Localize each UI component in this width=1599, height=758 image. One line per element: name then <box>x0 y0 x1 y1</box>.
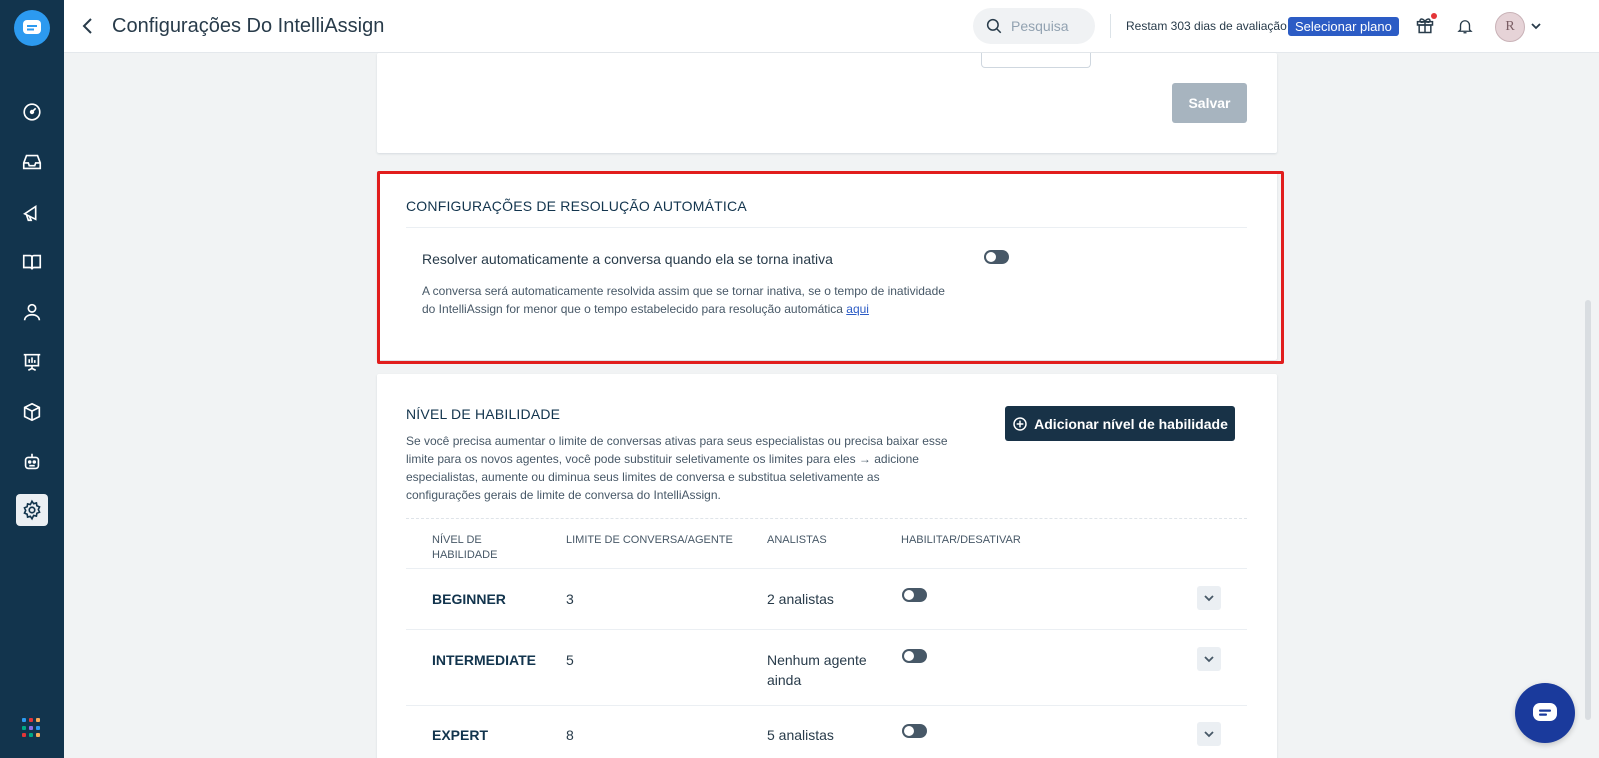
add-skill-level-button[interactable]: Adicionar nível de habilidade <box>1005 406 1235 441</box>
notification-dot <box>1431 13 1437 19</box>
page-scrollbar[interactable] <box>1585 300 1591 720</box>
expert-toggle[interactable] <box>902 724 927 738</box>
bell-icon[interactable] <box>1453 14 1477 38</box>
expand-row-button[interactable] <box>1197 647 1221 671</box>
products-icon[interactable] <box>16 396 48 428</box>
row-divider <box>406 629 1247 630</box>
partial-input-field[interactable] <box>981 53 1091 68</box>
dashboard-icon[interactable] <box>16 96 48 128</box>
expand-row-button[interactable] <box>1197 586 1221 610</box>
user-avatar[interactable]: R <box>1495 12 1525 42</box>
skill-name-expert: EXPERT <box>432 727 489 743</box>
reports-icon[interactable] <box>16 346 48 378</box>
conversation-limit-value: 5 <box>566 652 574 668</box>
app-logo-icon[interactable] <box>14 10 50 46</box>
plus-circle-icon <box>1013 416 1027 431</box>
skill-name-intermediate: INTERMEDIATE <box>432 652 536 668</box>
chevron-down-icon <box>1204 595 1214 602</box>
inbox-icon[interactable] <box>16 146 48 178</box>
search-box[interactable] <box>973 8 1095 44</box>
highlight-box <box>377 171 1284 364</box>
trial-days-text: Restam 303 dias de avaliação <box>1126 19 1287 33</box>
bot-icon[interactable] <box>16 446 48 478</box>
conversation-limit-value: 8 <box>566 727 574 743</box>
page-title: Configurações Do IntelliAssign <box>112 15 385 37</box>
top-header: Configurações Do IntelliAssign Restam 30… <box>64 0 1599 53</box>
select-plan-button[interactable]: Selecionar plano <box>1288 17 1399 36</box>
column-header-enable-disable: HABILITAR/DESATIVAR <box>901 534 1021 546</box>
search-icon <box>986 18 1002 34</box>
skill-level-card: NÍVEL DE HABILIDADE Se você precisa aume… <box>377 374 1277 758</box>
sidebar <box>0 0 64 758</box>
conversation-limit-value: 3 <box>566 591 574 607</box>
skill-level-description: Se você precisa aumentar o limite de con… <box>406 434 948 502</box>
table-top-border <box>406 518 1247 519</box>
row-divider <box>406 705 1247 706</box>
column-header-analysts: ANALISTAS <box>767 534 827 546</box>
skill-name-beginner: BEGINNER <box>432 591 506 607</box>
header-divider <box>1110 14 1111 38</box>
knowledge-base-icon[interactable] <box>16 246 48 278</box>
back-arrow-icon[interactable] <box>78 14 98 38</box>
analysts-count: 2 analistas <box>767 591 834 607</box>
search-input[interactable] <box>1011 18 1091 34</box>
chevron-down-icon <box>1204 731 1214 738</box>
chevron-down-icon <box>1204 656 1214 663</box>
chevron-down-icon[interactable] <box>1530 19 1542 33</box>
expand-row-button[interactable] <box>1197 722 1221 746</box>
chat-bubble-icon <box>1533 703 1557 721</box>
contacts-icon[interactable] <box>16 296 48 328</box>
analysts-count: Nenhum agente ainda <box>767 652 867 688</box>
intermediate-toggle[interactable] <box>902 649 927 663</box>
gift-icon[interactable] <box>1413 13 1437 37</box>
skill-level-title: NÍVEL DE HABILIDADE <box>406 406 561 422</box>
settings-gear-icon[interactable] <box>16 494 48 526</box>
save-button[interactable]: Salvar <box>1172 83 1247 123</box>
campaigns-icon[interactable] <box>16 196 48 228</box>
beginner-toggle[interactable] <box>902 588 927 602</box>
column-header-skill-level: NÍVEL DE HABILIDADE <box>432 534 498 561</box>
analysts-count: 5 analistas <box>767 727 834 743</box>
column-header-conversation-limit: LIMITE DE CONVERSA/AGENTE <box>566 534 733 546</box>
apps-grid-icon[interactable] <box>22 718 42 738</box>
previous-settings-card: Salvar <box>377 53 1277 153</box>
chat-widget-button[interactable] <box>1515 683 1575 743</box>
row-divider <box>406 568 1247 569</box>
